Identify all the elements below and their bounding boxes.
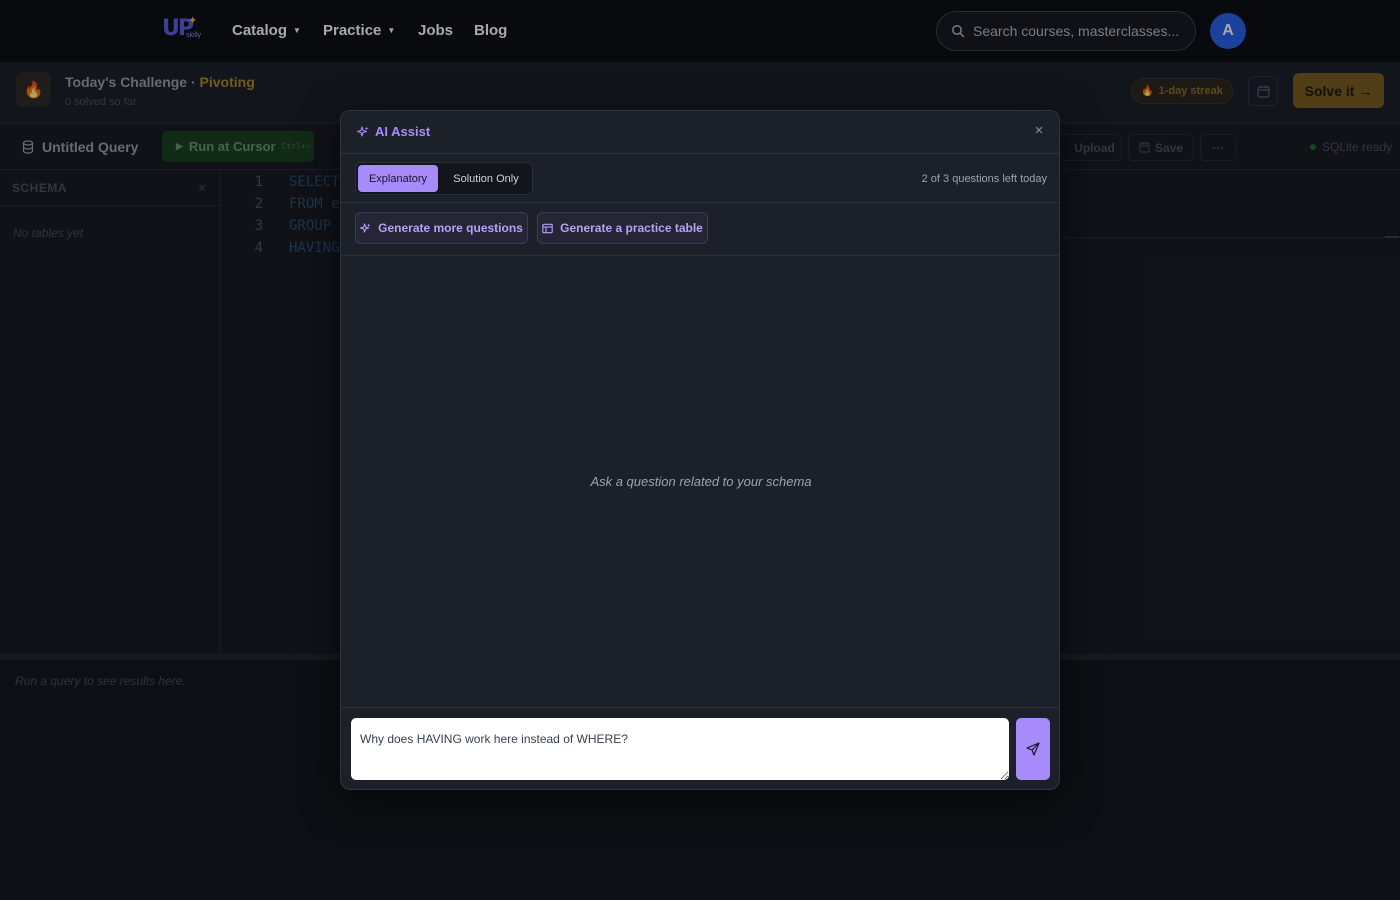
generate-questions-label: Generate more questions: [378, 221, 523, 235]
generate-table-label: Generate a practice table: [560, 221, 703, 235]
composer: Why does HAVING work here instead of WHE…: [341, 707, 1059, 789]
ai-assist-dialog: AI Assist × Explanatory Solution Only 2 …: [340, 110, 1060, 790]
mode-explanatory[interactable]: Explanatory: [358, 165, 438, 192]
chat-area: Ask a question related to your schema: [341, 256, 1059, 707]
table-icon: [542, 223, 553, 233]
dialog-title-label: AI Assist: [375, 124, 431, 139]
chat-empty-text: Ask a question related to your schema: [590, 474, 812, 489]
send-button[interactable]: [1016, 718, 1050, 780]
actions-row: Generate more questions Generate a pract…: [341, 203, 1059, 256]
mode-switch: Explanatory Solution Only: [355, 162, 533, 195]
generate-questions-button[interactable]: Generate more questions: [355, 212, 528, 244]
question-quota: 2 of 3 questions left today: [921, 173, 1047, 185]
dialog-header: AI Assist ×: [341, 111, 1059, 154]
mode-row: Explanatory Solution Only 2 of 3 questio…: [341, 154, 1059, 203]
dialog-title: AI Assist: [357, 124, 430, 139]
close-icon[interactable]: ×: [1031, 123, 1047, 139]
sparkle-icon: [360, 222, 371, 233]
question-input[interactable]: Why does HAVING work here instead of WHE…: [351, 718, 1009, 780]
send-icon: [1026, 742, 1040, 756]
sparkle-icon: [357, 125, 369, 137]
mode-solution-only[interactable]: Solution Only: [442, 165, 530, 192]
generate-table-button[interactable]: Generate a practice table: [537, 212, 708, 244]
